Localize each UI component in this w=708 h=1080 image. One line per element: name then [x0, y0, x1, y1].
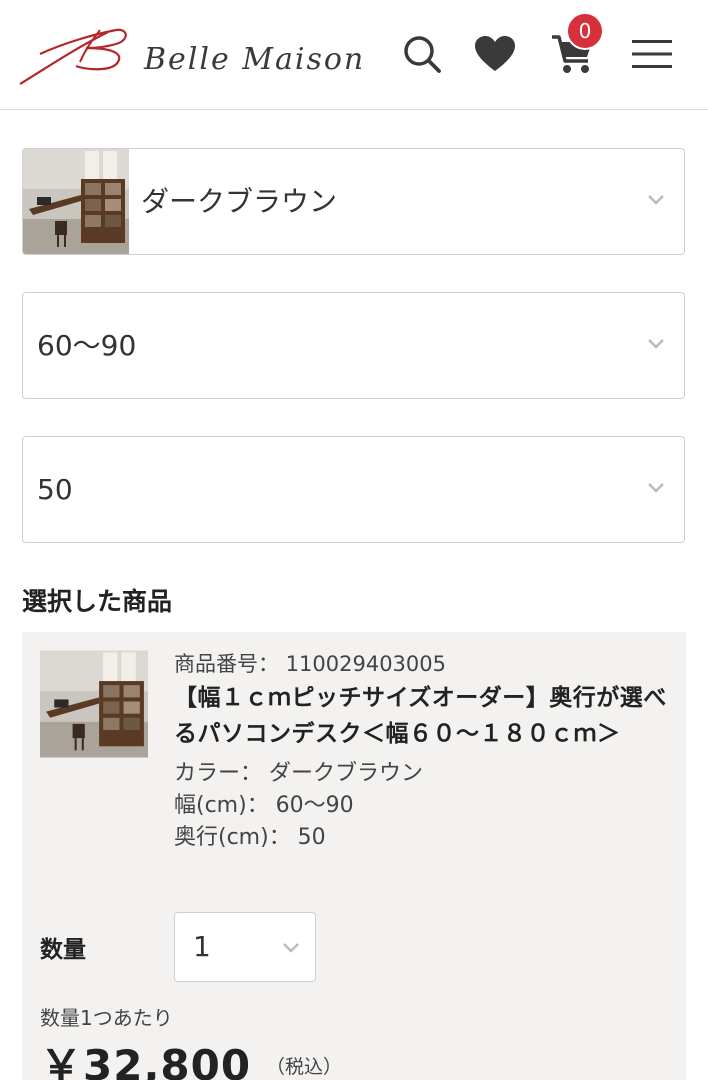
- brand-logo[interactable]: Belle Maison: [16, 18, 376, 90]
- selected-product-title: 選択した商品: [22, 587, 173, 616]
- chevron-down-icon: [648, 483, 664, 493]
- search-icon: [404, 36, 441, 73]
- chevron-down-icon: [648, 195, 664, 205]
- depth-select[interactable]: 50: [22, 436, 685, 543]
- site-header: Belle Maison 0: [0, 0, 708, 110]
- chevron-down-icon: [283, 943, 299, 953]
- quantity-label: 数量: [40, 937, 86, 963]
- chevron-down-icon: [648, 339, 664, 349]
- product-width: 幅(cm)： 60〜90: [174, 793, 354, 818]
- desk-photo-icon: [23, 149, 129, 254]
- selected-product-info: 商品番号： 110029403005 【幅１ｃｍピッチサイズオーダー】奥行が選べ…: [174, 650, 674, 854]
- color-select-value: ダークブラウン: [141, 185, 338, 218]
- menu-icon: [632, 40, 672, 68]
- width-select-value: 60〜90: [37, 329, 137, 362]
- color-select[interactable]: ダークブラウン: [22, 148, 685, 255]
- search-button[interactable]: [398, 28, 446, 80]
- price: ￥32,800: [40, 1041, 252, 1080]
- width-select[interactable]: 60〜90: [22, 292, 685, 399]
- selected-product-panel: 商品番号： 110029403005 【幅１ｃｍピッチサイズオーダー】奥行が選べ…: [22, 632, 686, 1080]
- cart-count-badge: 0: [566, 12, 604, 50]
- product-number: 商品番号： 110029403005: [174, 652, 447, 676]
- logo-mark-icon: [19, 28, 127, 85]
- quantity-value: 1: [193, 930, 211, 963]
- quantity-select[interactable]: 1: [174, 912, 316, 982]
- selected-product-image: [40, 650, 148, 758]
- desk-photo-icon: [40, 650, 148, 758]
- per-unit-label: 数量1つあたり: [40, 1006, 173, 1030]
- product-thumbnail: [23, 149, 129, 254]
- heart-icon: [475, 36, 515, 71]
- favorites-button[interactable]: [471, 28, 519, 80]
- product-name: 【幅１ｃｍピッチサイズオーダー】奥行が選べるパソコンデスク＜幅６０〜１８０ｃｍ＞: [174, 685, 667, 747]
- product-color: カラー： ダークブラウン: [174, 761, 423, 786]
- tax-note: （税込）: [266, 1056, 343, 1078]
- depth-select-value: 50: [37, 473, 73, 506]
- product-depth: 奥行(cm)： 50: [174, 825, 326, 850]
- brand-name: Belle Maison: [144, 42, 366, 77]
- menu-button[interactable]: [628, 28, 676, 80]
